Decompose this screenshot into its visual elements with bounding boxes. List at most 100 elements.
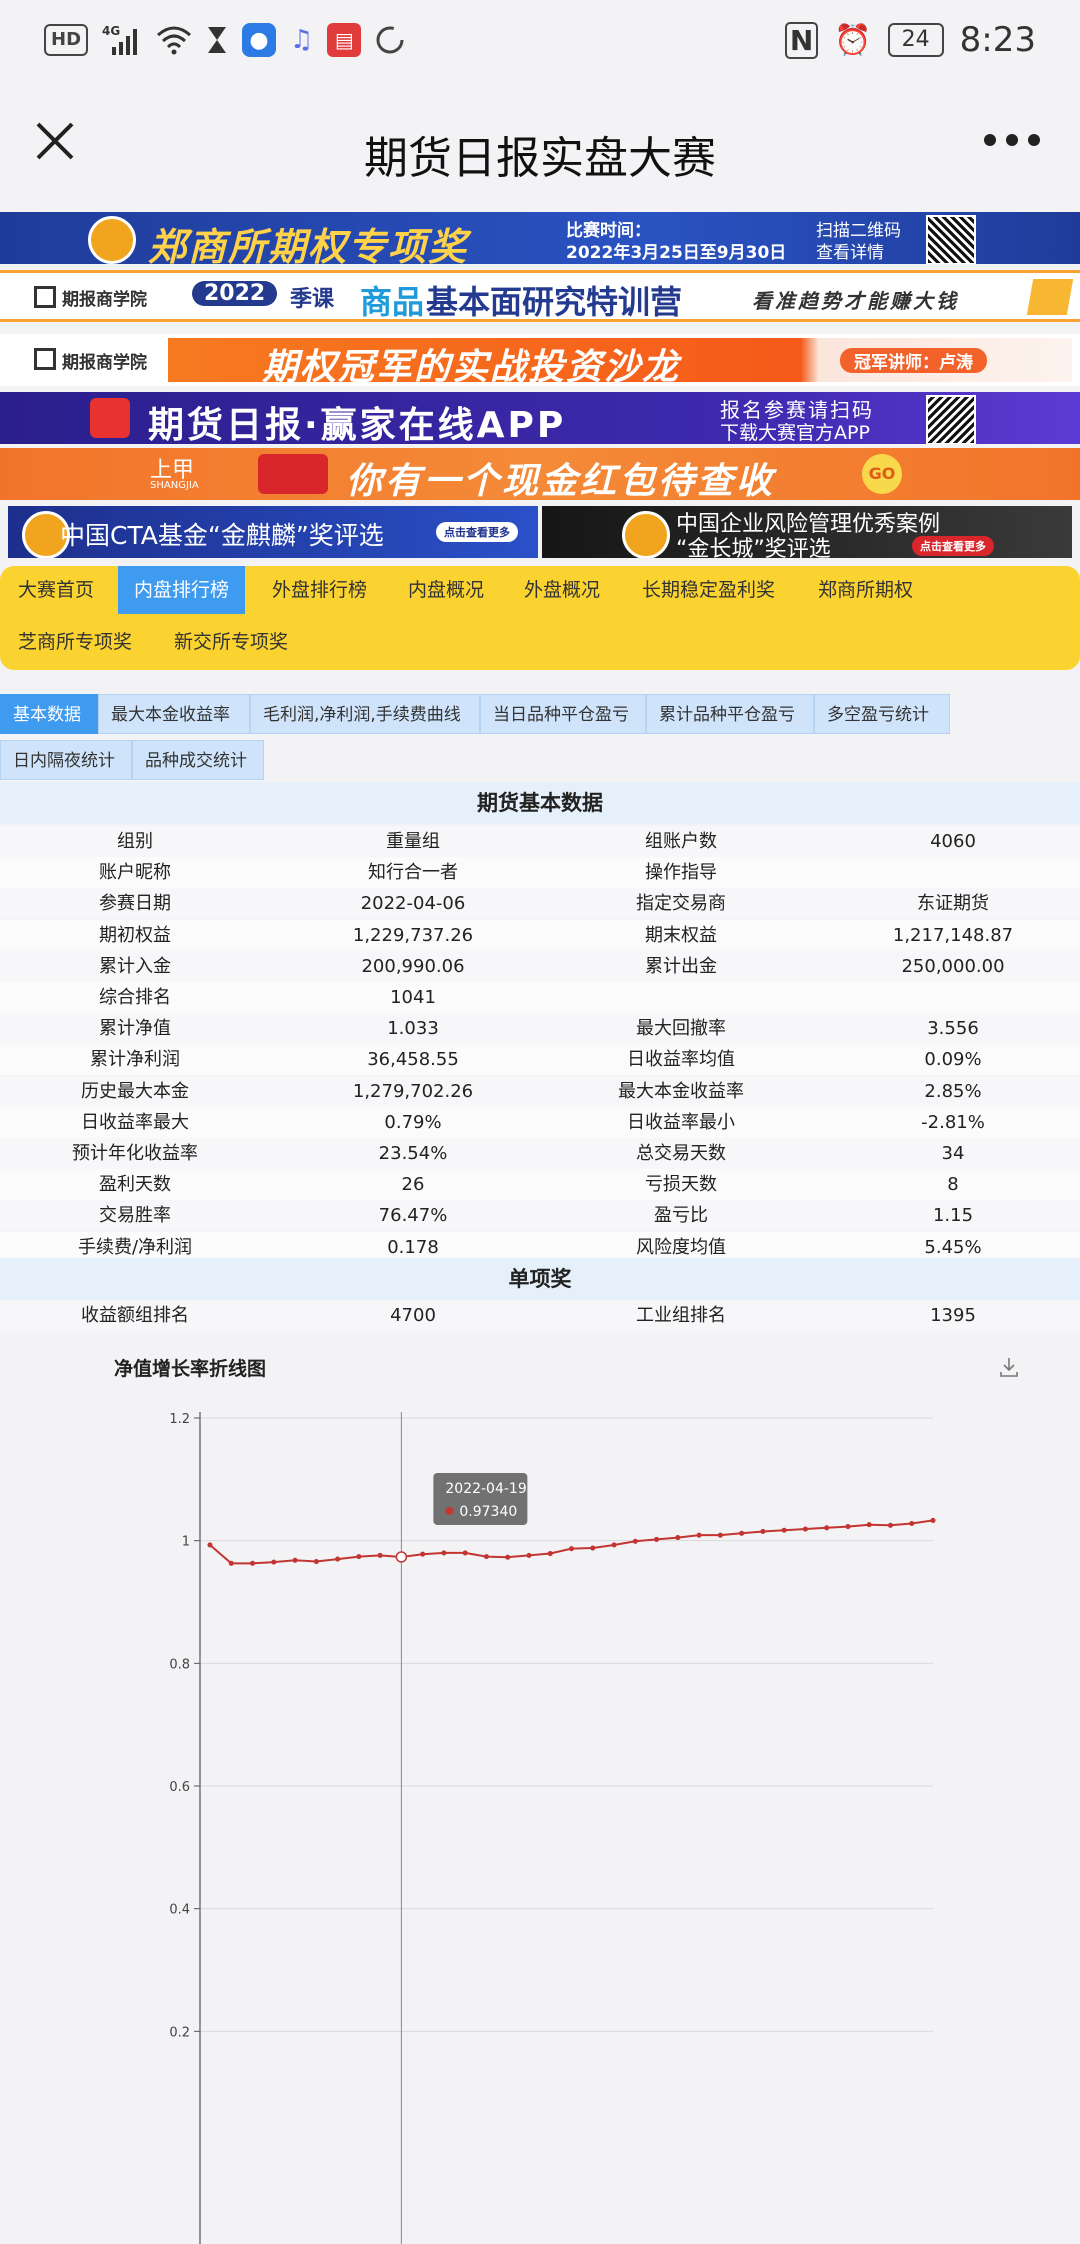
banner-great-wall-award[interactable]: 中国企业风险管理优秀案例 “金长城”奖评选 点击查看更多 — [542, 506, 1072, 558]
qr-code-icon-2 — [926, 395, 976, 444]
table-cell: 23.54% — [378, 1143, 448, 1164]
award-logo-icon-2 — [622, 511, 670, 558]
data-point — [395, 1551, 408, 1563]
nav-item-home[interactable]: 大赛首页 — [2, 566, 110, 614]
cta-award-btn: 点击查看更多 — [436, 522, 518, 542]
hourglass-icon — [206, 22, 228, 58]
table-cell: 总交易天数 — [636, 1143, 726, 1164]
nav-item-domestic-ranking[interactable]: 内盘排行榜 — [118, 566, 246, 614]
tab-daily-variety-pnl[interactable]: 当日品种平仓盈亏 — [480, 694, 646, 734]
table-cell: 1.15 — [932, 1205, 974, 1227]
great-wall-btn: 点击查看更多 — [912, 536, 994, 556]
table-cell: 1,279,702.26 — [352, 1080, 474, 1102]
main-nav: 大赛首页 内盘排行榜 外盘排行榜 内盘概况 外盘概况 长期稳定盈利奖 郑商所期权… — [0, 566, 1080, 670]
nav-item-long-term-award[interactable]: 长期稳定盈利奖 — [626, 566, 791, 614]
y-tick-label: 0.6 — [169, 1780, 190, 1795]
table-cell: 账户昵称 — [99, 862, 171, 884]
data-point — [824, 1525, 830, 1531]
table-row: 期初权益 1,229,737.26 期末权益 1,217,148.87 — [0, 919, 1080, 951]
table-row: 累计净值 1.033 最大回撤率 3.556 — [0, 1013, 1080, 1045]
book-app-icon: ▤ — [327, 23, 362, 57]
more-options-icon[interactable] — [984, 120, 1044, 160]
nav-item-zce-options[interactable]: 郑商所期权 — [802, 566, 929, 614]
banner-app-line-2: 下载大赛官方APP — [720, 422, 870, 444]
table-cell — [546, 982, 816, 1013]
nav-item-foreign-ranking[interactable]: 外盘排行榜 — [256, 566, 383, 614]
banner-slogan: 看准趋势才能赚大钱 — [752, 289, 959, 313]
table-row: 历史最大本金 1,279,702.26 最大本金收益率 2.85% — [0, 1075, 1080, 1107]
alarm-icon: ⏰ — [834, 22, 872, 58]
data-point — [313, 1558, 319, 1565]
banner-awards: 中国CTA基金“金麒麟”奖评选 点击查看更多 中国企业风险管理优秀案例 “金长城… — [0, 506, 1080, 558]
nav-item-domestic-overview[interactable]: 内盘概况 — [392, 566, 500, 614]
net-value-line-chart: 1.2 1 0.8 0.6 0.4 0.2 2022-04-19 0.97340 — [169, 1412, 936, 2244]
download-icon[interactable] — [998, 1356, 1020, 1378]
table-cell: 综合排名 — [99, 987, 171, 1008]
banner-headline-b: 基本面研究特训营 — [426, 283, 683, 321]
table-cell: 收益额组排名 — [81, 1305, 189, 1326]
data-point — [356, 1554, 362, 1560]
tooltip-value: 0.97340 — [459, 1504, 517, 1520]
tab-basic-data[interactable]: 基本数据 — [0, 694, 98, 734]
banner-headline-5: 你有一个现金红包待查收 — [346, 461, 776, 500]
y-tick-label: 0.8 — [169, 1657, 190, 1672]
tab-intraday-overnight[interactable]: 日内隔夜统计 — [0, 740, 132, 780]
nav-item-cme-award[interactable]: 芝商所专项奖 — [2, 618, 148, 666]
table-cell: 知行合一者 — [368, 862, 458, 884]
table-row: 交易胜率 76.47% 盈亏比 1.15 — [0, 1200, 1080, 1232]
table-cell: 250,000.00 — [901, 955, 1005, 977]
school-logo-icon-2 — [34, 348, 56, 370]
data-point — [696, 1532, 702, 1538]
table-cell: 最大本金收益率 — [618, 1080, 744, 1102]
nav-item-foreign-overview[interactable]: 外盘概况 — [508, 566, 616, 614]
data-point — [505, 1554, 511, 1560]
table-cell: 76.47% — [378, 1205, 448, 1227]
table-cell: 2022-04-06 — [360, 893, 466, 915]
table-cell: 1395 — [930, 1305, 976, 1326]
tab-variety-volume[interactable]: 品种成交统计 — [132, 740, 264, 780]
banner-season: 季课 — [290, 287, 335, 312]
table-cell: 1,229,737.26 — [352, 924, 474, 946]
data-point — [228, 1560, 234, 1566]
y-tick-label: 0.2 — [169, 2025, 190, 2040]
data-point — [887, 1522, 894, 1528]
data-point — [717, 1532, 723, 1538]
y-tick-label: 1 — [182, 1535, 190, 1550]
data-point — [760, 1528, 766, 1535]
data-point — [377, 1552, 383, 1558]
banner-fundamental-camp[interactable]: 期报商学院 2022 季课 商品 基本面研究特训营 看准趋势才能赚大钱 — [0, 270, 1080, 322]
banner-red-packet[interactable]: 上甲 SHANGJIA 你有一个现金红包待查收 GO — [0, 448, 1080, 500]
table-cell: 3.556 — [927, 1018, 979, 1040]
banner-zce-options[interactable]: 郑商所期权专项奖 比赛时间： 2022年3月25日至9月30日 扫描二维码 查看… — [0, 212, 1080, 264]
table-cell — [818, 982, 1080, 1013]
banner-headline-a: 商品 — [360, 283, 425, 321]
banner-brand-en: SHANGJIA — [150, 480, 199, 491]
table-row: 预计年化收益率 23.54% 总交易天数 34 — [0, 1138, 1080, 1169]
table-row: 综合排名 1041 — [0, 982, 1080, 1013]
banner-options-salon[interactable]: 期报商学院 期权冠军的实战投资沙龙 冠军讲师：卢涛 — [0, 334, 1080, 386]
tab-profit-fee-curve[interactable]: 毛利润,净利润,手续费曲线 — [250, 694, 480, 734]
go-button[interactable]: GO — [862, 454, 902, 494]
clock: 8:23 — [959, 20, 1036, 60]
tab-long-short-stats[interactable]: 多空盈亏统计 — [814, 694, 950, 734]
data-point — [930, 1517, 936, 1523]
tab-cumulative-variety-pnl[interactable]: 累计品种平仓盈亏 — [646, 694, 814, 734]
table-cell: 重量组 — [386, 831, 440, 852]
great-wall-line-2: “金长城”奖评选 — [676, 537, 831, 558]
table-cell: 2.85% — [924, 1080, 982, 1102]
tab-max-principal-return[interactable]: 最大本金收益率 — [98, 694, 250, 734]
table-cell: 期初权益 — [99, 924, 171, 946]
table-cell: 日收益率最小 — [627, 1111, 735, 1133]
banner-info-2: 2022年3月25日至9月30日 — [566, 243, 787, 263]
status-bar: HD 4G ● ♫ ▤ N ⏰ 24 8:23 — [0, 0, 1080, 86]
banner-winner-app[interactable]: 期货日报·赢家在线APP 报名参赛请扫码 下载大赛官方APP — [0, 392, 1080, 444]
nav-item-sgx-award[interactable]: 新交所专项奖 — [158, 618, 304, 666]
banner-brand: 期报商学院 — [62, 290, 147, 310]
bulb-app-icon: ● — [242, 23, 277, 57]
cta-award-text: 中国CTA基金“金麒麟”奖评选 — [60, 521, 384, 550]
data-point — [611, 1542, 617, 1548]
banner-cta-award[interactable]: 中国CTA基金“金麒麟”奖评选 点击查看更多 — [8, 506, 538, 558]
banner-brand-2: 期报商学院 — [62, 353, 147, 373]
data-point — [207, 1542, 213, 1548]
table-cell: 累计净利润 — [90, 1049, 180, 1071]
